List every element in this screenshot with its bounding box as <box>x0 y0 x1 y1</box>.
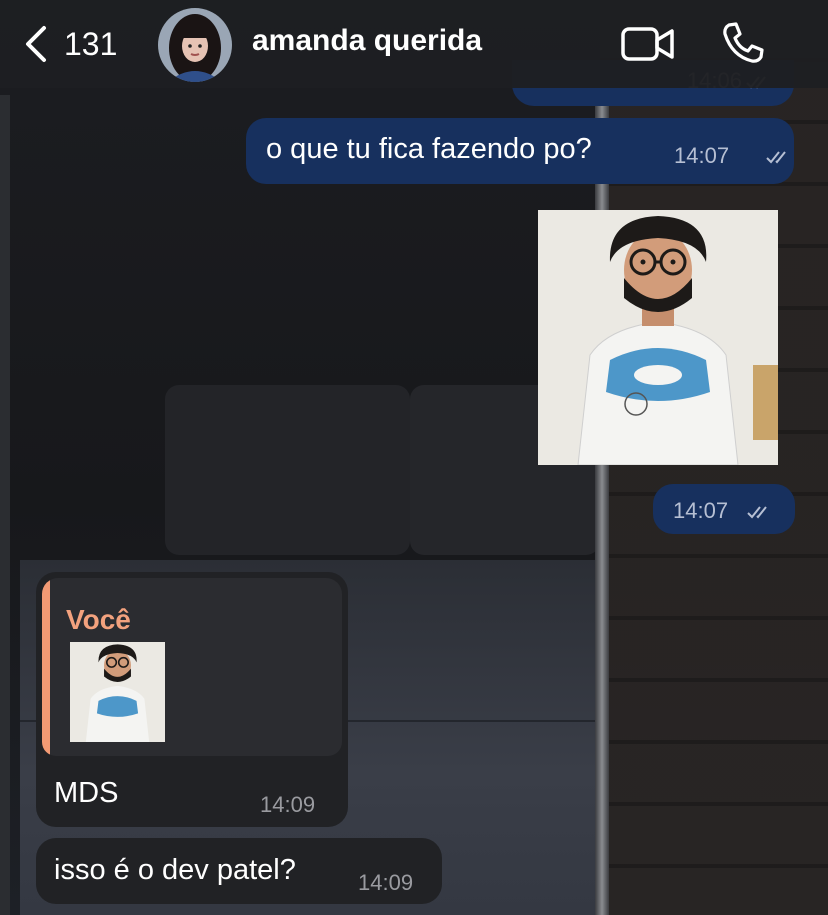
phone-icon <box>723 22 764 63</box>
message-text: MDS <box>54 777 119 809</box>
reply-author: Você <box>66 604 131 635</box>
unread-count: 131 <box>64 25 118 62</box>
message-time: 14:07 <box>674 143 730 168</box>
double-check-icon <box>766 149 792 170</box>
contact-name[interactable]: amanda querida <box>252 24 482 58</box>
message-time: 14:09 <box>358 870 414 895</box>
video-call-button[interactable] <box>620 24 676 64</box>
message-bubble-incoming[interactable]: isso é o dev patel? 14:09 <box>36 838 442 904</box>
message-bubble-incoming[interactable]: Você MDS 14:09 <box>36 572 348 827</box>
chat-header: 131 amanda querida <box>0 0 828 88</box>
message-time: 14:09 <box>260 792 316 817</box>
reply-accent-bar <box>42 578 50 756</box>
video-camera-icon <box>621 27 674 61</box>
voice-call-button[interactable] <box>720 20 766 66</box>
message-text: isso é o dev patel? <box>54 854 296 886</box>
back-button[interactable]: 131 <box>22 20 117 68</box>
message-bubble-outgoing[interactable]: o que tu fica fazendo po? 14:07 <box>246 118 794 184</box>
message-time: 14:07 <box>673 498 729 523</box>
message-photo[interactable] <box>538 210 778 465</box>
double-check-icon <box>747 504 773 525</box>
chevron-left-icon <box>26 26 46 62</box>
message-text: o que tu fica fazendo po? <box>266 133 592 165</box>
wallpaper-left-edge <box>0 95 10 915</box>
wallpaper-sofa-cushion <box>165 385 410 555</box>
reply-quote[interactable]: Você <box>42 578 342 756</box>
reply-photo-thumbnail <box>70 642 165 742</box>
contact-avatar[interactable] <box>158 8 232 82</box>
message-bubble-outgoing[interactable]: 14:07 <box>653 484 795 534</box>
